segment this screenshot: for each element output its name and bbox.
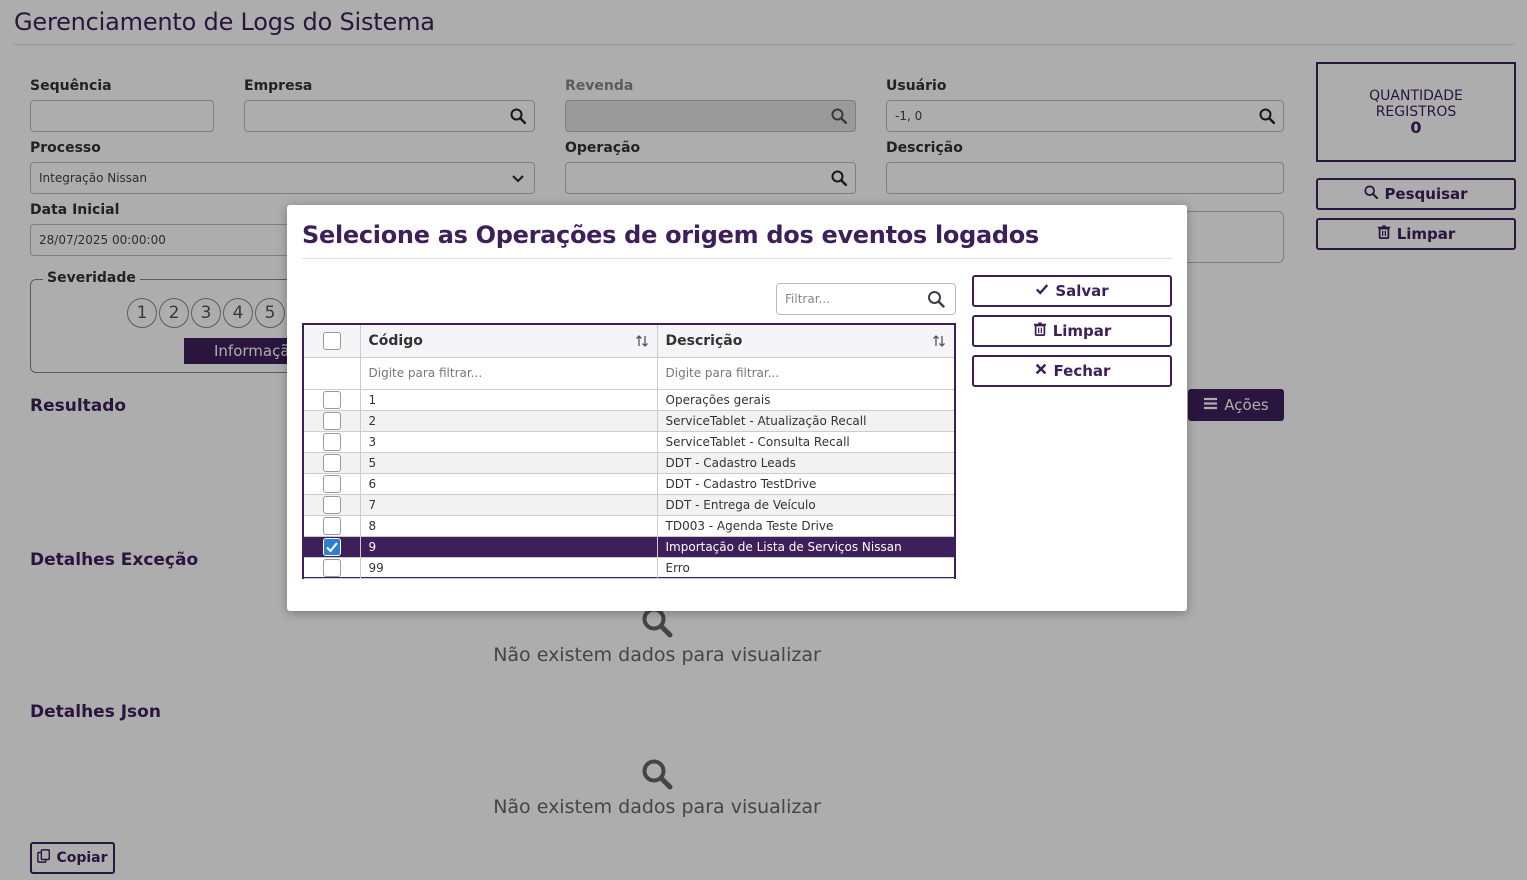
table-row[interactable]: 5 DDT - Cadastro Leads bbox=[304, 452, 954, 474]
filter-placeholder: Filtrar... bbox=[785, 292, 830, 306]
row-codigo: 5 bbox=[360, 452, 658, 474]
row-descricao: Erro bbox=[657, 557, 954, 579]
modal-divider bbox=[302, 258, 1172, 259]
sort-icon[interactable] bbox=[635, 334, 649, 348]
table-row[interactable]: 99 Erro bbox=[304, 557, 954, 579]
row-descricao: TD003 - Agenda Teste Drive bbox=[657, 515, 954, 537]
row-codigo: 8 bbox=[360, 515, 658, 537]
row-checkbox-cell bbox=[304, 536, 361, 558]
table-row[interactable]: 2 ServiceTablet - Atualização Recall bbox=[304, 410, 954, 432]
row-checkbox[interactable] bbox=[322, 390, 341, 409]
row-descricao: DDT - Cadastro Leads bbox=[657, 452, 954, 474]
row-checkbox[interactable] bbox=[322, 411, 341, 430]
row-checkbox-cell bbox=[304, 473, 361, 495]
column-header-descricao[interactable]: Descrição bbox=[657, 325, 954, 358]
row-codigo: 2 bbox=[360, 410, 658, 432]
row-descricao: Operações gerais bbox=[657, 389, 954, 411]
row-descricao: DDT - Entrega de Veículo bbox=[657, 494, 954, 516]
column-header-codigo[interactable]: Código bbox=[360, 325, 658, 358]
row-checkbox[interactable] bbox=[322, 537, 341, 556]
operacoes-grid: Código Descrição Digite para filtrar... … bbox=[302, 323, 956, 579]
row-descricao: DDT - Cadastro TestDrive bbox=[657, 473, 954, 495]
row-codigo: 1 bbox=[360, 389, 658, 411]
row-descricao: Importação de Lista de Serviços Nissan bbox=[657, 536, 954, 558]
row-checkbox-cell bbox=[304, 410, 361, 432]
salvar-label: Salvar bbox=[1055, 282, 1109, 300]
column-header-codigo-label: Código bbox=[368, 332, 423, 349]
sort-icon[interactable] bbox=[932, 334, 946, 348]
fechar-label: Fechar bbox=[1053, 362, 1111, 380]
row-checkbox-cell bbox=[304, 452, 361, 474]
row-codigo: 99 bbox=[360, 557, 658, 579]
table-row[interactable]: 8 TD003 - Agenda Teste Drive bbox=[304, 515, 954, 537]
modal-limpar-label: Limpar bbox=[1052, 322, 1112, 340]
select-all-cell bbox=[304, 325, 361, 358]
check-icon bbox=[326, 541, 338, 552]
row-checkbox[interactable] bbox=[322, 432, 341, 451]
close-icon bbox=[1034, 362, 1048, 380]
row-checkbox[interactable] bbox=[322, 495, 341, 514]
table-row[interactable]: 3 ServiceTablet - Consulta Recall bbox=[304, 431, 954, 453]
row-codigo: 6 bbox=[360, 473, 658, 495]
codigo-column-filter[interactable]: Digite para filtrar... bbox=[360, 357, 658, 390]
row-codigo: 3 bbox=[360, 431, 658, 453]
salvar-button[interactable]: Salvar bbox=[972, 275, 1172, 307]
table-row[interactable]: 7 DDT - Entrega de Veículo bbox=[304, 494, 954, 516]
row-checkbox[interactable] bbox=[322, 558, 341, 577]
row-codigo: 9 bbox=[360, 536, 658, 558]
row-checkbox[interactable] bbox=[322, 474, 341, 493]
row-descricao: ServiceTablet - Consulta Recall bbox=[657, 431, 954, 453]
row-checkbox-cell bbox=[304, 389, 361, 411]
table-row[interactable]: 9 Importação de Lista de Serviços Nissan bbox=[304, 536, 954, 558]
fechar-button[interactable]: Fechar bbox=[972, 355, 1172, 387]
row-descricao: ServiceTablet - Atualização Recall bbox=[657, 410, 954, 432]
operacoes-modal: Selecione as Operações de origem dos eve… bbox=[287, 205, 1187, 611]
select-all-checkbox[interactable] bbox=[322, 331, 341, 350]
modal-filter-input[interactable]: Filtrar... bbox=[776, 283, 956, 315]
row-codigo: 7 bbox=[360, 494, 658, 516]
table-row[interactable]: 6 DDT - Cadastro TestDrive bbox=[304, 473, 954, 495]
row-checkbox-cell bbox=[304, 557, 361, 579]
descricao-column-filter[interactable]: Digite para filtrar... bbox=[657, 357, 954, 390]
check-icon bbox=[1035, 282, 1049, 300]
row-checkbox[interactable] bbox=[322, 453, 341, 472]
table-row[interactable]: 1 Operações gerais bbox=[304, 389, 954, 411]
trash-icon bbox=[1033, 322, 1047, 340]
row-checkbox-cell bbox=[304, 431, 361, 453]
column-header-descricao-label: Descrição bbox=[665, 332, 743, 349]
modal-limpar-button[interactable]: Limpar bbox=[972, 315, 1172, 347]
row-checkbox-cell bbox=[304, 515, 361, 537]
search-icon bbox=[927, 290, 945, 308]
row-checkbox-cell bbox=[304, 494, 361, 516]
filter-empty-cell bbox=[304, 357, 361, 390]
row-checkbox[interactable] bbox=[322, 516, 341, 535]
grid-body: 1 Operações gerais 2 ServiceTablet - Atuali… bbox=[304, 389, 954, 579]
modal-title: Selecione as Operações de origem dos eve… bbox=[302, 221, 1039, 249]
